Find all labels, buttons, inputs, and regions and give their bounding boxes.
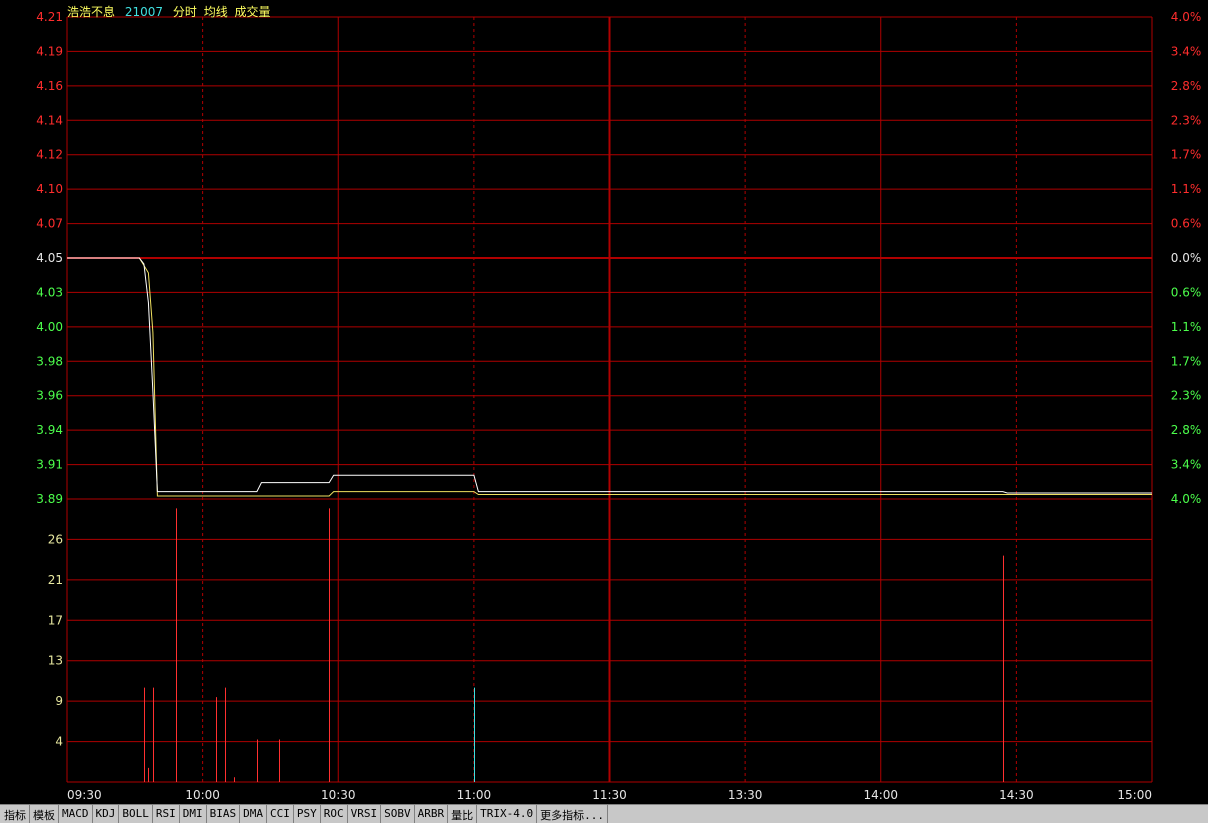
- price-tick-label: 3.89: [36, 492, 63, 506]
- percent-tick-label: 1.7%: [1171, 354, 1202, 368]
- indicator-tab[interactable]: PSY: [294, 805, 321, 823]
- indicator-tab[interactable]: SOBV: [381, 805, 415, 823]
- percent-tick-label: 2.3%: [1171, 113, 1202, 127]
- volume-tick-label: 9: [55, 694, 63, 708]
- volume-label: 成交量: [234, 5, 271, 19]
- indicator-tab[interactable]: 更多指标...: [537, 805, 608, 823]
- price-tick-label: 3.98: [36, 354, 63, 368]
- price-tick-label: 3.96: [36, 389, 63, 403]
- indicator-tab[interactable]: MACD: [59, 805, 93, 823]
- percent-tick-label: 2.8%: [1171, 79, 1202, 93]
- volume-tick-label: 21: [48, 573, 63, 587]
- percent-tick-label: 0.6%: [1171, 285, 1202, 299]
- indicator-tab[interactable]: 指标: [0, 805, 30, 823]
- percent-tick-label: 3.4%: [1171, 44, 1202, 58]
- indicator-tab[interactable]: 量比: [448, 805, 478, 823]
- price-tick-label: 3.94: [36, 423, 63, 437]
- time-tick-label: 14:00: [863, 788, 898, 802]
- price-tick-label: 4.16: [36, 79, 63, 93]
- price-tick-label: 4.14: [36, 113, 63, 127]
- time-tick-label: 14:30: [999, 788, 1034, 802]
- indicator-tab[interactable]: DMA: [240, 805, 267, 823]
- time-gridlines: [66, 17, 1153, 782]
- price-tick-label: 4.10: [36, 182, 63, 196]
- price-tick-label: 4.03: [36, 285, 63, 299]
- indicator-tab[interactable]: 模板: [30, 805, 59, 823]
- indicator-tab[interactable]: KDJ: [93, 805, 120, 823]
- price-tick-label: 3.91: [36, 458, 63, 472]
- chart-header: 浩浩不息 21007 分时 均线 成交量: [67, 3, 277, 20]
- indicator-tab[interactable]: ARBR: [415, 805, 449, 823]
- indicator-tab[interactable]: TRIX-4.0: [477, 805, 538, 823]
- stock-name: 浩浩不息: [67, 5, 116, 19]
- time-tick-label: 10:00: [185, 788, 220, 802]
- volume-bars: [144, 508, 1004, 782]
- indicator-tab[interactable]: BIAS: [207, 805, 241, 823]
- time-tick-label: 10:30: [321, 788, 356, 802]
- percent-tick-label: 2.8%: [1171, 423, 1202, 437]
- percent-tick-label: 1.1%: [1171, 182, 1202, 196]
- price-tick-label: 4.19: [36, 44, 63, 58]
- indicator-tab[interactable]: RSI: [153, 805, 180, 823]
- price-tick-label: 4.21: [36, 10, 63, 24]
- price-tick-label: 4.05: [36, 251, 63, 265]
- volume-tick-label: 26: [48, 532, 63, 546]
- percent-axis-right: 4.0% 3.4% 2.8% 2.3% 1.7% 1.1% 0.6% 0.0% 0.6% 1.1%…: [1171, 10, 1202, 506]
- time-tick-label: 15:00: [1117, 788, 1152, 802]
- intraday-chart[interactable]: 4.21 4.19 4.16 4.14 4.12 4.10 4.07 4.05 4.03 4.00…: [0, 0, 1208, 804]
- volume-tick-label: 17: [48, 613, 63, 627]
- indicator-tab-bar: 指标 模板 MACD KDJ BOLL RSI DMI BIAS DMA CCI PSY ROC VRS…: [0, 804, 1208, 823]
- volume-axis: 26 21 17 13 9 4: [48, 532, 63, 748]
- percent-tick-label: 0.6%: [1171, 217, 1202, 231]
- indicator-tab[interactable]: VRSI: [348, 805, 382, 823]
- time-tick-label: 11:00: [457, 788, 492, 802]
- percent-tick-label: 4.0%: [1171, 10, 1202, 24]
- percent-tick-label: 4.0%: [1171, 492, 1202, 506]
- indicator-tab[interactable]: DMI: [180, 805, 207, 823]
- price-tick-label: 4.07: [36, 217, 63, 231]
- price-tick-label: 4.00: [36, 320, 63, 334]
- percent-tick-label: 2.3%: [1171, 389, 1202, 403]
- volume-tick-label: 13: [48, 654, 63, 668]
- indicator-tab[interactable]: ROC: [321, 805, 348, 823]
- percent-tick-label: 1.7%: [1171, 148, 1202, 162]
- time-tick-label: 09:30: [67, 788, 102, 802]
- volume-tick-label: 4: [55, 735, 63, 749]
- time-tick-label: 11:30: [592, 788, 627, 802]
- chart-type-label: 分时: [172, 5, 197, 19]
- percent-tick-label: 1.1%: [1171, 320, 1202, 334]
- price-tick-label: 4.12: [36, 148, 63, 162]
- indicator-tab[interactable]: CCI: [267, 805, 294, 823]
- time-axis: 09:30 10:00 10:30 11:00 11:30 13:30 14:00 14:30…: [67, 788, 1152, 802]
- stock-code: 21007: [124, 5, 164, 19]
- avg-line-label: 均线: [203, 5, 228, 19]
- percent-tick-label: 3.4%: [1171, 458, 1202, 472]
- time-tick-label: 13:30: [728, 788, 763, 802]
- percent-tick-label: 0.0%: [1171, 251, 1202, 265]
- price-axis-left: 4.21 4.19 4.16 4.14 4.12 4.10 4.07 4.05 4.03 4.00…: [36, 10, 63, 506]
- indicator-tab[interactable]: BOLL: [119, 805, 153, 823]
